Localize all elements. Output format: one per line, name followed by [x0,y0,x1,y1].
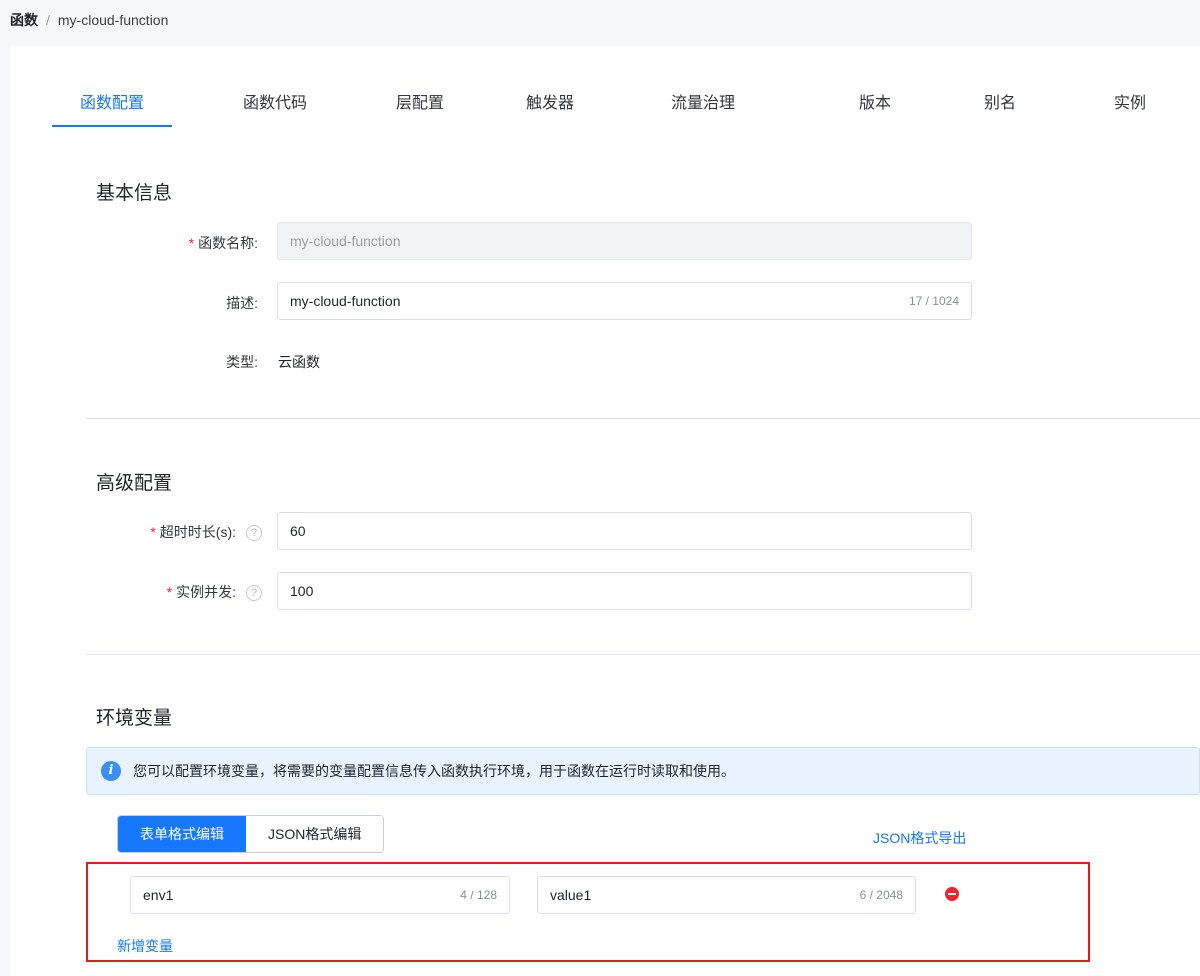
json-edit-button[interactable]: JSON格式编辑 [246,816,384,852]
info-alert-text: 您可以配置环境变量，将需要的变量配置信息传入函数执行环境，用于函数在运行时读取和… [133,763,735,779]
tab-aliases[interactable]: 别名 [955,90,1045,130]
description-label: 描述: [226,295,258,311]
timeout-input[interactable]: 60 [277,512,972,550]
tab-active-indicator [52,125,172,127]
section-title-basic: 基本信息 [96,183,173,204]
section-title-advanced: 高级配置 [96,473,173,494]
edit-mode-switch: 表单格式编辑 JSON格式编辑 [117,815,385,853]
tab-traffic[interactable]: 流量治理 [638,90,768,130]
required-mark: * [166,584,173,600]
json-export-link[interactable]: JSON格式导出 [873,828,966,848]
function-name-input: my-cloud-function [277,222,972,260]
breadcrumb-separator: / [46,12,50,28]
divider-basic [86,418,1200,419]
required-mark: * [150,524,156,540]
divider-advanced [86,654,1200,655]
description-counter: 17 / 1024 [908,294,959,308]
breadcrumb-root[interactable]: 函数 [10,10,38,30]
type-value: 云函数 [278,354,320,370]
required-mark: * [188,235,195,251]
env-value-counter: 6 / 2048 [859,888,903,902]
form-edit-button[interactable]: 表单格式编辑 [118,816,246,852]
tab-function-code[interactable]: 函数代码 [220,90,330,130]
tab-versions[interactable]: 版本 [830,90,920,130]
env-key-counter: 4 / 128 [460,888,497,902]
help-icon[interactable]: ? [246,585,262,602]
section-title-env: 环境变量 [96,708,173,729]
tab-instances[interactable]: 实例 [1085,90,1175,130]
env-value-input[interactable]: value1 6 / 2048 [537,876,916,914]
tab-bar: 函数配置 函数代码 层配置 触发器 流量治理 版本 别名 实例 [50,90,1200,130]
tab-function-config[interactable]: 函数配置 [52,90,172,130]
remove-variable-icon[interactable] [945,887,959,901]
function-name-label: * 函数名称: [188,235,258,251]
description-input[interactable]: my-cloud-function 17 / 1024 [277,282,972,320]
add-variable-link[interactable]: 新增变量 [117,936,173,956]
breadcrumb: 函数 / my-cloud-function [10,10,168,30]
tab-layer-config[interactable]: 层配置 [370,90,470,130]
timeout-label: * 超时时长(s):? [32,522,262,542]
tab-triggers[interactable]: 触发器 [500,90,600,130]
info-alert: i 您可以配置环境变量，将需要的变量配置信息传入函数执行环境，用于函数在运行时读… [86,747,1200,795]
concurrency-label: * 实例并发:? [32,582,262,602]
breadcrumb-current: my-cloud-function [57,12,169,28]
type-label: 类型: [226,354,258,370]
info-icon: i [101,761,121,781]
help-icon[interactable]: ? [246,525,262,542]
env-key-input[interactable]: env1 4 / 128 [130,876,510,914]
concurrency-input[interactable]: 100 [277,572,972,610]
